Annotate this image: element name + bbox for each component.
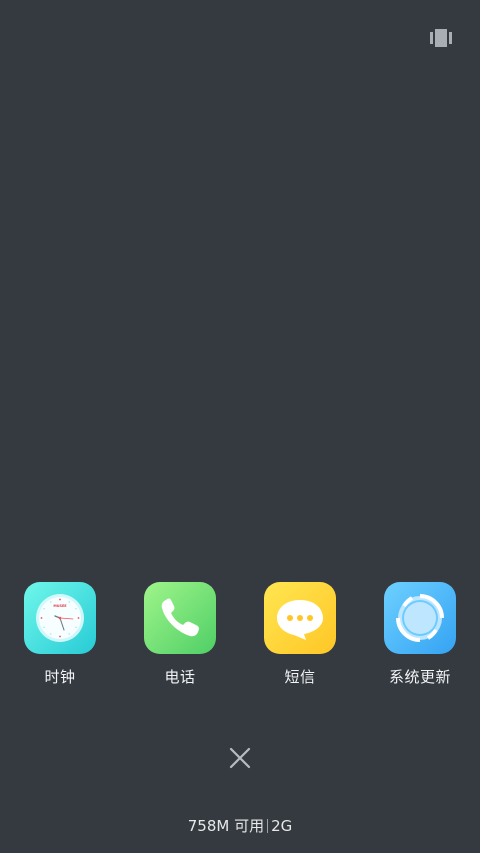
app-label: 电话: [164, 668, 196, 686]
app-label: 系统更新: [388, 668, 451, 686]
clock-icon: MUSEE: [24, 582, 96, 654]
memory-separator: [267, 819, 269, 833]
app-system-update[interactable]: 系统更新: [372, 582, 468, 692]
memory-status: 758M 可用 2G: [0, 815, 480, 836]
recent-apps-row: MUSEE 时钟 电话 短信 系统更新: [0, 582, 480, 692]
memory-total: 2G: [271, 817, 293, 835]
svg-text:MUSEE: MUSEE: [53, 604, 67, 608]
app-clock[interactable]: MUSEE 时钟: [12, 582, 108, 692]
app-phone[interactable]: 电话: [132, 582, 228, 692]
phone-icon: [144, 582, 216, 654]
message-icon: [264, 582, 336, 654]
app-label: 短信: [284, 668, 316, 686]
app-label: 时钟: [44, 668, 76, 686]
multi-window-icon[interactable]: [430, 29, 452, 47]
app-messages[interactable]: 短信: [252, 582, 348, 692]
system-update-icon: [384, 582, 456, 654]
close-icon[interactable]: [228, 746, 252, 770]
memory-available: 758M 可用: [187, 817, 265, 835]
